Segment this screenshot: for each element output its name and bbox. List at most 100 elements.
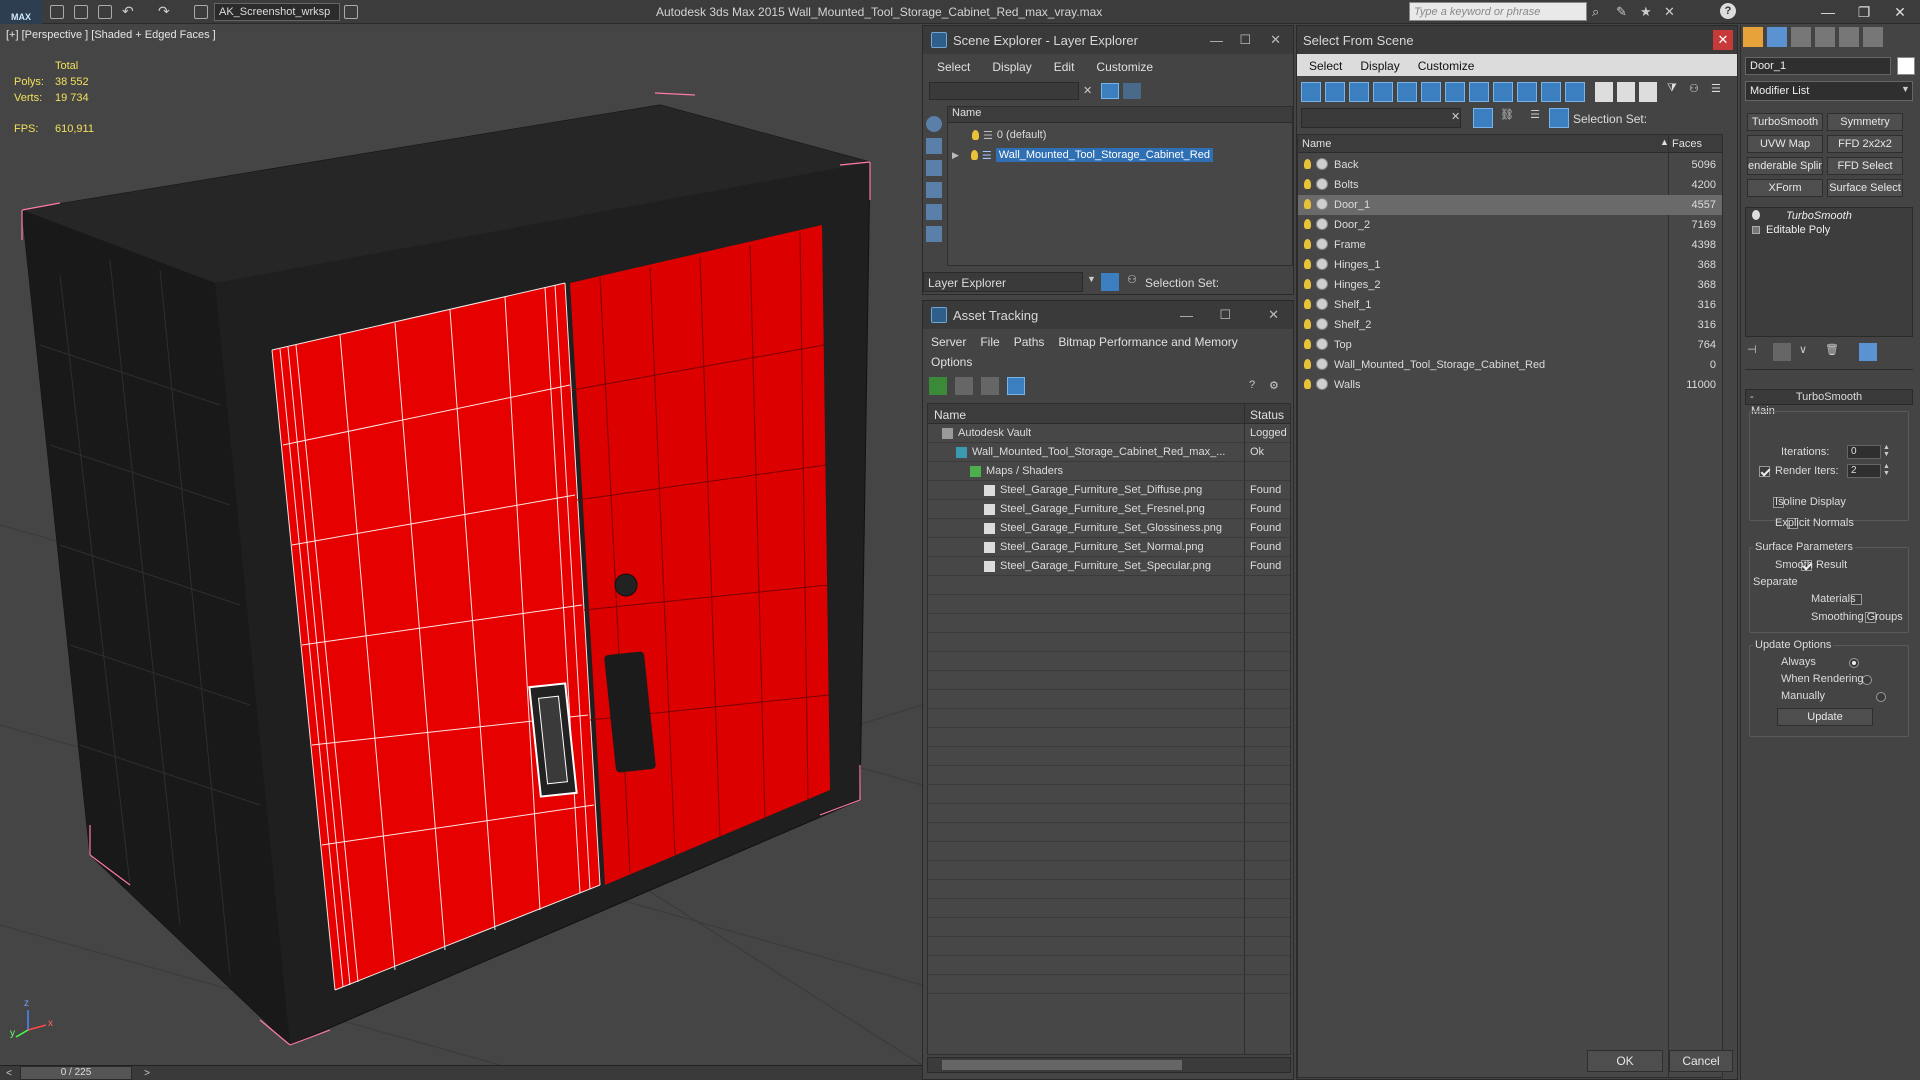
hierarchy-tab-icon[interactable]: [1791, 27, 1811, 47]
funnel-icon[interactable]: ⧩: [1667, 82, 1685, 102]
display-objects-icon[interactable]: [926, 116, 942, 132]
object-name-field[interactable]: Door_1: [1745, 57, 1891, 75]
layers-icon[interactable]: ☰: [1525, 108, 1545, 128]
asset-row[interactable]: Steel_Garage_Furniture_Set_Fresnel.png Fo…: [928, 500, 1290, 519]
bulb-icon[interactable]: [1304, 299, 1311, 309]
object-row[interactable]: Bolts 4200: [1298, 175, 1722, 195]
remove-modifier-icon[interactable]: 🗑: [1825, 343, 1843, 361]
asset-row[interactable]: Steel_Garage_Furniture_Set_Glossiness.pn…: [928, 519, 1290, 538]
settings-icon[interactable]: ⚙: [1269, 379, 1279, 392]
filter-bones-icon[interactable]: [1493, 82, 1513, 102]
mod-button-ffd[interactable]: FFD 2x2x2: [1827, 135, 1903, 153]
bulb-icon[interactable]: [1304, 379, 1311, 389]
filter-icon[interactable]: [1101, 83, 1119, 99]
make-unique-icon[interactable]: ∨: [1799, 343, 1817, 361]
render-iters-checkbox[interactable]: [1759, 466, 1770, 477]
scene-explorer-titlebar[interactable]: Scene Explorer - Layer Explorer — ☐ ✕: [923, 26, 1293, 54]
bulb-icon[interactable]: [1304, 179, 1311, 189]
close-icon[interactable]: ✕: [1270, 32, 1281, 48]
ok-button[interactable]: OK: [1587, 1050, 1663, 1072]
refresh-icon[interactable]: [929, 377, 947, 395]
filter-groups-icon[interactable]: [1445, 82, 1465, 102]
select-none-icon[interactable]: [1617, 82, 1635, 102]
search-input[interactable]: Type a keyword or phrase: [1409, 2, 1587, 21]
filter-containers-icon[interactable]: [1517, 82, 1537, 102]
table-view-icon[interactable]: [1007, 377, 1025, 395]
filter-frozen-icon[interactable]: [1541, 82, 1561, 102]
stack-item-turbosmooth[interactable]: TurboSmooth: [1786, 210, 1852, 222]
scene-explorer-search-input[interactable]: [929, 82, 1079, 100]
col-status-header[interactable]: Status: [1250, 408, 1284, 422]
hierarchy-icon[interactable]: ⚇: [1123, 273, 1141, 291]
menu-icon[interactable]: [344, 5, 358, 19]
iterations-spinner[interactable]: 0: [1847, 445, 1881, 459]
bulb-icon[interactable]: [1304, 339, 1311, 349]
configure-sets-icon[interactable]: [1859, 343, 1877, 361]
perspective-viewport[interactable]: [+] [Perspective ] [Shaded + Edged Faces…: [0, 25, 922, 1065]
motion-tab-icon[interactable]: [1815, 27, 1835, 47]
minimize-icon[interactable]: —: [1210, 33, 1223, 48]
bulb-icon[interactable]: [1304, 159, 1311, 169]
select-all-icon[interactable]: [1595, 82, 1613, 102]
object-row[interactable]: Walls 11000: [1298, 375, 1722, 395]
layer-tree-header[interactable]: Name: [948, 107, 1292, 123]
time-prev-button[interactable]: <: [2, 1067, 16, 1080]
horizontal-scrollbar[interactable]: [927, 1057, 1291, 1073]
modify-tab-icon[interactable]: [1767, 27, 1787, 47]
minimize-icon[interactable]: —: [1180, 308, 1193, 323]
bulb-icon[interactable]: [1304, 359, 1311, 369]
mod-button-ffd-select[interactable]: FFD Select: [1827, 157, 1903, 175]
expand-icon[interactable]: [1752, 226, 1760, 234]
menu-select[interactable]: Select: [1309, 59, 1342, 73]
object-row[interactable]: Hinges_2 368: [1298, 275, 1722, 295]
mod-button-xform[interactable]: XForm: [1747, 179, 1823, 197]
project-folder-icon[interactable]: [194, 5, 208, 19]
col-name-header[interactable]: Name: [1302, 138, 1331, 150]
mod-button-symmetry[interactable]: Symmetry: [1827, 113, 1903, 131]
menu-customize[interactable]: Customize: [1418, 59, 1475, 73]
update-button[interactable]: Update: [1777, 708, 1873, 726]
col-name-header[interactable]: Name: [934, 408, 966, 422]
undo-icon[interactable]: ↶: [122, 3, 134, 20]
display-shapes-icon[interactable]: [926, 160, 942, 176]
viewport-label[interactable]: [+] [Perspective ] [Shaded + Edged Faces…: [6, 29, 216, 41]
chevron-down-icon[interactable]: ▼: [1087, 274, 1096, 284]
close-icon[interactable]: ✕: [1268, 307, 1279, 323]
maximize-icon[interactable]: ☐: [1219, 307, 1231, 323]
restore-icon[interactable]: ❐: [1846, 2, 1882, 22]
menu-file[interactable]: File: [980, 335, 999, 349]
expand-icon[interactable]: ▶: [952, 150, 959, 161]
help-icon[interactable]: ?: [1249, 379, 1255, 391]
clear-search-icon[interactable]: ✕: [1451, 110, 1460, 123]
layers-icon[interactable]: [1123, 83, 1141, 99]
hierarchy-mode-icon[interactable]: [1549, 108, 1569, 128]
bulb-icon[interactable]: [1304, 219, 1311, 229]
menu-display[interactable]: Display: [992, 60, 1031, 74]
infocenter-search-icon[interactable]: ⌕: [1592, 4, 1599, 20]
save-file-icon[interactable]: [98, 5, 112, 19]
display-lights-icon[interactable]: [926, 182, 942, 198]
maximize-icon[interactable]: ☐: [1239, 32, 1251, 48]
modifier-list-dropdown[interactable]: Modifier List: [1745, 81, 1913, 101]
object-color-swatch[interactable]: [1897, 57, 1915, 75]
col-faces-header[interactable]: Faces: [1672, 138, 1702, 150]
rollout-turbosmooth-header[interactable]: - TurboSmooth: [1745, 389, 1913, 405]
filter-shapes-icon[interactable]: [1325, 82, 1345, 102]
display-cameras-icon[interactable]: [926, 204, 942, 220]
utilities-tab-icon[interactable]: [1863, 27, 1883, 47]
object-row[interactable]: Door_2 7169: [1298, 215, 1722, 235]
spinner-arrows-icon[interactable]: ▲ ▼: [1883, 463, 1890, 477]
asset-row[interactable]: Steel_Garage_Furniture_Set_Normal.png Fou…: [928, 538, 1290, 557]
display-geometry-icon[interactable]: [926, 138, 942, 154]
bulb-icon[interactable]: [972, 130, 979, 140]
menu-options[interactable]: Options: [931, 355, 972, 369]
mod-button-turbosmooth[interactable]: TurboSmooth: [1747, 113, 1823, 131]
redo-icon[interactable]: ↷: [158, 3, 170, 20]
find-input[interactable]: [1301, 108, 1461, 128]
bulb-icon[interactable]: [970, 150, 978, 160]
select-invert-icon[interactable]: [1639, 82, 1657, 102]
stack-item-editable-poly[interactable]: Editable Poly: [1766, 224, 1830, 236]
layer-row[interactable]: ▶ ☰ Wall_Mounted_Tool_Storage_Cabinet_Re…: [948, 145, 1292, 165]
object-row[interactable]: Shelf_2 316: [1298, 315, 1722, 335]
bulb-icon[interactable]: [1304, 199, 1311, 209]
